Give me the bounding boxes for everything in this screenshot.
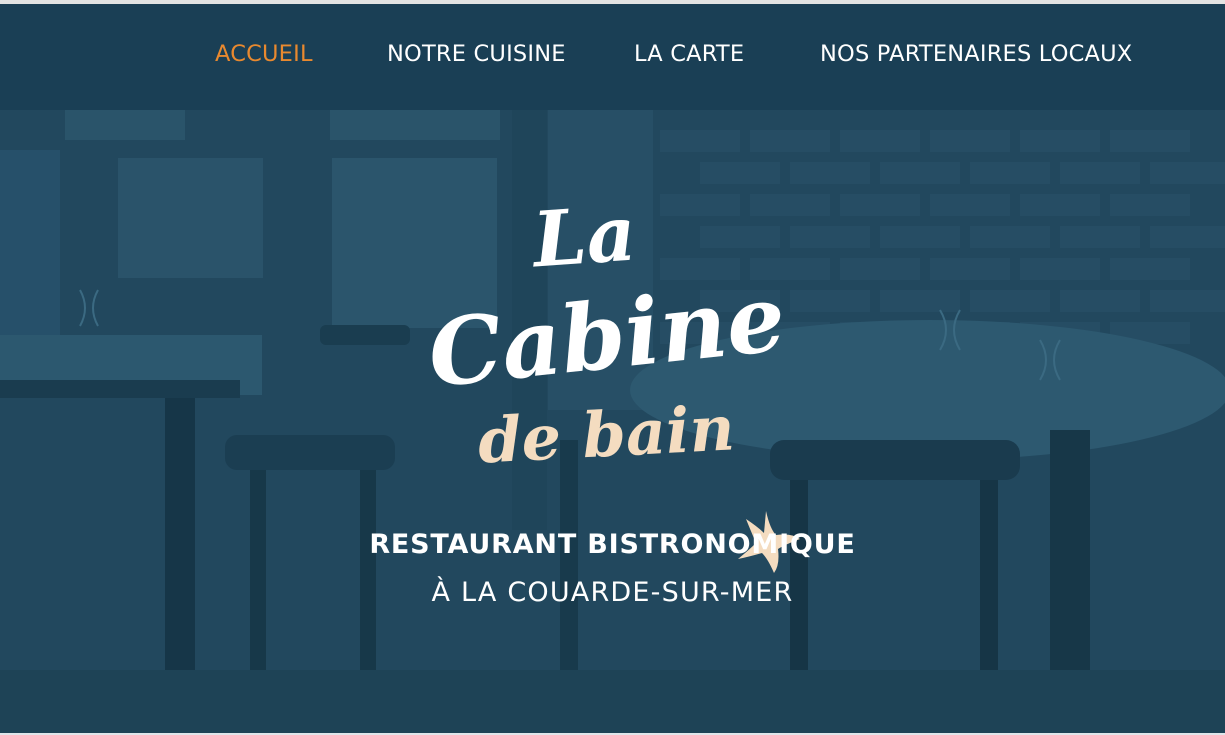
nav-link-accueil[interactable]: ACCUEIL — [215, 41, 313, 67]
main-navigation: ACCUEIL NOTRE CUISINE LA CARTE NOS PARTE… — [0, 4, 1225, 110]
nav-link-la-carte[interactable]: LA CARTE — [634, 41, 744, 67]
nav-link-nos-partenaires-locaux[interactable]: NOS PARTENAIRES LOCAUX — [820, 41, 1132, 67]
nav-link-notre-cuisine[interactable]: NOTRE CUISINE — [387, 41, 566, 67]
logo-line-la: La — [530, 188, 639, 285]
logo-line-de-bain: de bain — [476, 391, 737, 478]
hero-tagline-title: RESTAURANT BISTRONOMIQUE — [369, 529, 856, 560]
hero-tagline-location: À LA COUARDE-SUR-MER — [431, 577, 794, 608]
